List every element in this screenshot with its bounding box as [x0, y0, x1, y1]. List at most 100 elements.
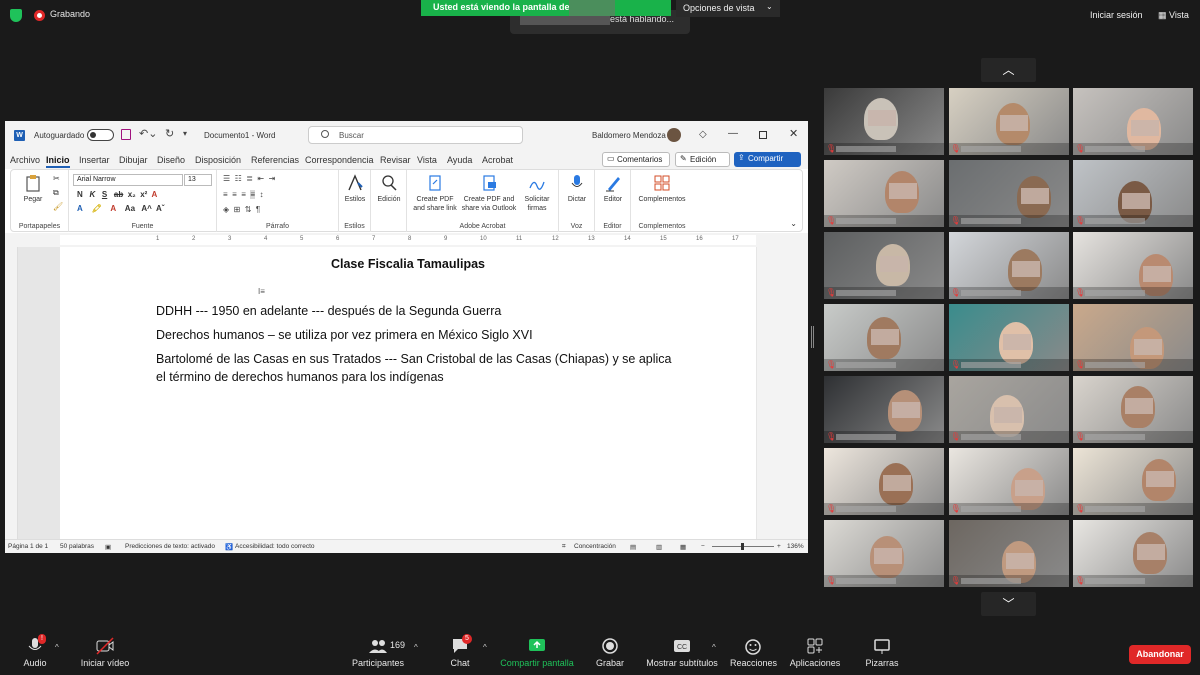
- font-size-select[interactable]: 13: [184, 174, 212, 186]
- align-left-icon[interactable]: ≡: [223, 190, 228, 199]
- paste-button[interactable]: Pegar: [19, 174, 47, 204]
- start-video-button[interactable]: Iniciar vídeo: [78, 636, 132, 668]
- shading-icon[interactable]: ◈: [223, 205, 229, 214]
- comments-button[interactable]: ▭ Comentarios: [602, 152, 670, 167]
- whiteboards-button[interactable]: Pizarras: [864, 636, 900, 668]
- gallery-page-up-button[interactable]: ︿: [981, 58, 1036, 82]
- autosave-toggle[interactable]: [87, 129, 114, 141]
- participant-tile[interactable]: 🎙: [824, 304, 944, 371]
- increase-indent-icon[interactable]: ⇥: [269, 174, 276, 183]
- line-spacing-icon[interactable]: ↕: [260, 190, 264, 199]
- redo-icon[interactable]: ↻: [165, 127, 174, 140]
- record-button[interactable]: Grabar: [595, 636, 625, 668]
- superscript-icon[interactable]: x²: [140, 190, 147, 199]
- highlight-icon[interactable]: 🖍: [92, 204, 102, 213]
- participant-tile[interactable]: 🎙: [948, 160, 1069, 227]
- editing-button[interactable]: Edición: [374, 174, 404, 204]
- participant-tile[interactable]: 🎙: [824, 232, 944, 299]
- tab-dibujar[interactable]: Dibujar: [119, 155, 148, 165]
- read-mode-icon[interactable]: ▤: [630, 543, 636, 551]
- save-icon[interactable]: [121, 129, 131, 140]
- shrink-font-icon[interactable]: Aˇ: [156, 204, 164, 213]
- participant-tile[interactable]: 🎙: [1073, 160, 1193, 227]
- security-shield-icon[interactable]: [10, 9, 22, 22]
- view-button[interactable]: ▦ Vista: [1158, 10, 1189, 21]
- tab-ayuda[interactable]: Ayuda: [447, 155, 472, 165]
- tab-correspondencia[interactable]: Correspondencia: [305, 155, 374, 165]
- tab-vista[interactable]: Vista: [417, 155, 437, 165]
- word-count[interactable]: 50 palabras: [60, 543, 94, 550]
- justify-icon[interactable]: ≡: [250, 190, 256, 199]
- participant-tile[interactable]: 🎙: [1073, 232, 1193, 299]
- copy-icon[interactable]: ⧉: [53, 188, 59, 198]
- search-input[interactable]: Buscar: [308, 126, 523, 144]
- tab-insertar[interactable]: Insertar: [79, 155, 110, 165]
- tab-inicio[interactable]: Inicio: [46, 155, 70, 168]
- zoom-out-icon[interactable]: −: [701, 543, 705, 550]
- undo-icon[interactable]: ↶⌄: [139, 127, 157, 140]
- create-pdf-outlook-button[interactable]: Create PDF and share via Outlook: [461, 174, 517, 213]
- chat-options-caret[interactable]: ^: [483, 643, 487, 652]
- accessibility-status[interactable]: Accesibilidad: todo correcto: [235, 543, 315, 550]
- decrease-indent-icon[interactable]: ⇤: [257, 174, 264, 183]
- borders-icon[interactable]: ⊞: [234, 205, 241, 214]
- strikethrough-icon[interactable]: ab: [114, 190, 123, 199]
- participant-tile[interactable]: 🎙: [1073, 520, 1193, 587]
- apps-button[interactable]: Aplicaciones: [788, 636, 842, 668]
- participant-tile[interactable]: 🎙: [1073, 376, 1193, 443]
- page-count[interactable]: Página 1 de 1: [8, 543, 48, 550]
- vertical-scrollbar[interactable]: [757, 247, 808, 539]
- user-name[interactable]: Baldomero Mendoza: [592, 131, 666, 140]
- grow-font-icon[interactable]: A^: [141, 204, 151, 213]
- clear-format-icon[interactable]: A: [151, 190, 157, 199]
- ribbon-collapse-icon[interactable]: ⌄: [790, 219, 797, 228]
- chat-button[interactable]: 5 Chat: [448, 634, 472, 668]
- audio-button[interactable]: ! Audio: [20, 634, 50, 668]
- participant-tile[interactable]: 🎙: [948, 232, 1069, 299]
- participant-tile[interactable]: 🎙: [824, 376, 944, 443]
- numbering-icon[interactable]: ☷: [235, 174, 242, 183]
- participant-tile[interactable]: 🎙: [948, 88, 1069, 155]
- participant-tile[interactable]: 🎙: [824, 88, 944, 155]
- zoom-level[interactable]: 136%: [787, 543, 804, 550]
- addins-button[interactable]: Complementos: [635, 174, 689, 204]
- text-predictions[interactable]: Predicciones de texto: activado: [125, 543, 215, 550]
- tab-acrobat[interactable]: Acrobat: [482, 155, 513, 165]
- share-screen-button[interactable]: Compartir pantalla: [499, 636, 575, 668]
- customize-toolbar-icon[interactable]: ▾: [183, 129, 187, 138]
- share-button[interactable]: ⇪ Compartir: [734, 152, 801, 167]
- participant-tile[interactable]: 🎙: [948, 448, 1069, 515]
- bullets-icon[interactable]: ☰: [223, 174, 230, 183]
- participant-tile[interactable]: 🎙: [948, 376, 1069, 443]
- font-name-select[interactable]: Arial Narrow: [73, 174, 183, 186]
- editing-mode-button[interactable]: ✎ Edición: [675, 152, 730, 167]
- cut-icon[interactable]: ✂: [53, 174, 60, 183]
- zoom-in-icon[interactable]: +: [777, 543, 781, 550]
- premium-diamond-icon[interactable]: ◇: [699, 129, 707, 140]
- reactions-button[interactable]: Reacciones: [730, 636, 777, 668]
- request-signatures-button[interactable]: Solicitar firmas: [520, 174, 554, 213]
- create-pdf-link-button[interactable]: Create PDF and share link: [411, 174, 459, 213]
- tab-archivo[interactable]: Archivo: [10, 155, 40, 165]
- pilcrow-icon[interactable]: ¶: [256, 205, 260, 214]
- signin-button[interactable]: Iniciar sesión: [1090, 10, 1143, 20]
- leave-meeting-button[interactable]: Abandonar: [1129, 645, 1191, 664]
- participants-button[interactable]: 169 Participantes: [350, 636, 406, 668]
- audio-options-caret[interactable]: ^: [55, 643, 59, 652]
- gallery-page-down-button[interactable]: ﹀: [981, 592, 1036, 616]
- editor-button[interactable]: Editor: [598, 174, 628, 204]
- participants-options-caret[interactable]: ^: [414, 643, 418, 652]
- minimize-icon[interactable]: —: [728, 128, 738, 139]
- subscript-icon[interactable]: x₂: [128, 190, 136, 199]
- maximize-icon[interactable]: [759, 131, 767, 139]
- sort-icon[interactable]: ⇅: [245, 205, 252, 214]
- tab-disposicion[interactable]: Disposición: [195, 155, 241, 165]
- focus-mode-button[interactable]: Concentración: [574, 543, 616, 550]
- participant-tile[interactable]: 🎙: [824, 448, 944, 515]
- avatar[interactable]: [667, 128, 681, 142]
- tab-diseno[interactable]: Diseño: [157, 155, 185, 165]
- tab-referencias[interactable]: Referencias: [251, 155, 299, 165]
- panel-resize-handle[interactable]: [811, 326, 814, 348]
- view-options-button[interactable]: Opciones de vista ⌄: [676, 0, 780, 17]
- text-effects-icon[interactable]: A: [77, 204, 83, 213]
